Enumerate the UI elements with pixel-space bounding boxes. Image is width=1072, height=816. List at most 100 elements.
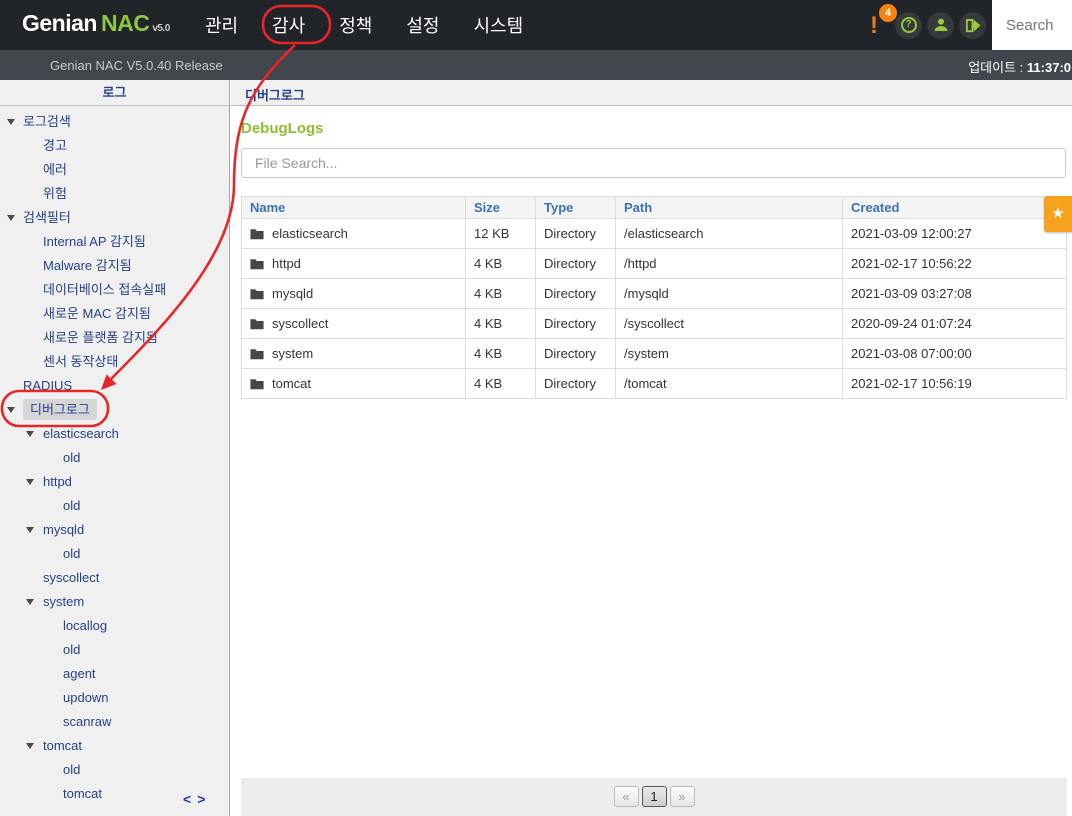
tree-item-scanraw[interactable]: scanraw [0,710,229,734]
tree-item-label: 새로운 플랫폼 감지됨 [43,330,158,345]
tree-item-internal-ap-detected[interactable]: Internal AP 감지됨 [0,230,229,254]
tree-item-log-search[interactable]: 로그검색 [0,110,229,134]
logout-button[interactable] [959,12,986,39]
tree-item-sensor-status[interactable]: 센서 동작상태 [0,350,229,374]
triangle-down-icon[interactable] [26,527,34,533]
cell-path: /mysqld [616,279,843,309]
main-content: 디버그로그 DebugLogs NameSizeTypePathCreated … [231,80,1072,816]
tree-item-system[interactable]: system [0,590,229,614]
tree-item-label: tomcat [43,738,82,753]
cell-type: Directory [536,369,616,399]
nav-item-audit[interactable]: 감사 [272,12,305,38]
triangle-down-icon[interactable] [26,431,34,437]
nav-item-preferences[interactable]: 설정 [406,12,439,38]
topbar-icons: ! 4 ? [870,0,986,50]
expand-right-icon[interactable]: > [197,791,211,807]
tree-item-label: 센서 동작상태 [43,354,118,369]
column-header-name[interactable]: Name [242,197,466,219]
tree-item-system-old[interactable]: old [0,638,229,662]
tree-item-warning[interactable]: 경고 [0,134,229,158]
page-title: DebugLogs [241,120,324,137]
cell-path: /httpd [616,249,843,279]
nav-item-policy[interactable]: 정책 [339,12,372,38]
tree-item-search-filter[interactable]: 검색필터 [0,206,229,230]
tree-item-tomcat-old[interactable]: old [0,758,229,782]
triangle-down-icon[interactable] [26,599,34,605]
triangle-down-icon[interactable] [7,407,15,413]
cell-type: Directory [536,249,616,279]
update-status: 업데이트 : 11:37:0 [968,57,1071,76]
tree-item-httpd-old[interactable]: old [0,494,229,518]
tree-item-mysqld-old[interactable]: old [0,542,229,566]
tree-item-db-connection-failed[interactable]: 데이터베이스 접속실패 [0,278,229,302]
table-row[interactable]: httpd4 KBDirectory/httpd2021-02-17 10:56… [242,249,1067,279]
first-page-button[interactable]: « [614,786,639,807]
pagination-bar: «1» [241,778,1067,816]
triangle-down-icon[interactable] [26,743,34,749]
release-bar: Genian NAC V5.0.40 Release 업데이트 : 11:37:… [0,50,1072,80]
triangle-down-icon[interactable] [7,215,15,221]
tree-item-mysqld[interactable]: mysqld [0,518,229,542]
cell-type: Directory [536,339,616,369]
brand-version: v5.0 [152,23,169,34]
tree-item-label: 위험 [43,186,67,201]
brand-logo: GenianNACv5.0 [22,10,170,37]
star-icon: ★ [1051,205,1064,222]
sidebar-resize-controls[interactable]: <> [183,791,211,807]
tree-item-debug-logs[interactable]: 디버그로그 [0,398,229,422]
tree-item-httpd[interactable]: httpd [0,470,229,494]
column-header-created[interactable]: Created [843,197,1067,219]
tree-item-elasticsearch-old[interactable]: old [0,446,229,470]
folder-icon [250,318,264,330]
triangle-down-icon[interactable] [26,479,34,485]
column-header-type[interactable]: Type [536,197,616,219]
main-menu: 관리 감사 정책 설정 시스템 [205,0,557,50]
tree-item-locallog[interactable]: locallog [0,614,229,638]
brand-name: Genian [22,10,97,36]
cell-size: 12 KB [466,219,536,249]
tree-item-radius[interactable]: RADIUS [0,374,229,398]
tree-item-label: locallog [63,618,107,633]
tree-item-risk[interactable]: 위험 [0,182,229,206]
tree-item-label: Internal AP 감지됨 [43,234,146,249]
tree-item-new-mac-detected[interactable]: 새로운 MAC 감지됨 [0,302,229,326]
sidebar-title: 로그 [0,80,229,106]
tree-item-label: 에러 [43,162,67,177]
column-header-path[interactable]: Path [616,197,843,219]
account-button[interactable] [927,12,954,39]
column-header-size[interactable]: Size [466,197,536,219]
favorite-star-button[interactable]: ★ [1044,196,1072,232]
tree-item-error[interactable]: 에러 [0,158,229,182]
tree-item-elasticsearch[interactable]: elasticsearch [0,422,229,446]
cell-type: Directory [536,219,616,249]
tree-item-tomcat[interactable]: tomcat [0,734,229,758]
cell-created: 2021-02-17 10:56:22 [843,249,1067,279]
alerts-button[interactable]: ! 4 [870,12,878,39]
cell-path: /tomcat [616,369,843,399]
help-button[interactable]: ? [895,12,922,39]
tree-item-syscollect[interactable]: syscollect [0,566,229,590]
cell-created: 2021-03-09 03:27:08 [843,279,1067,309]
tree-item-label: agent [63,666,96,681]
nav-item-system[interactable]: 시스템 [474,12,524,38]
table-row[interactable]: system4 KBDirectory/system2021-03-08 07:… [242,339,1067,369]
collapse-left-icon[interactable]: < [183,791,197,807]
triangle-down-icon[interactable] [7,119,15,125]
page-button-1[interactable]: 1 [642,786,667,807]
tree-item-new-platform-detected[interactable]: 새로운 플랫폼 감지됨 [0,326,229,350]
cell-type: Directory [536,279,616,309]
tree-item-updown[interactable]: updown [0,686,229,710]
global-search-input[interactable] [992,0,1072,50]
file-search-input[interactable] [241,148,1066,178]
table-row[interactable]: mysqld4 KBDirectory/mysqld2021-03-09 03:… [242,279,1067,309]
table-row[interactable]: syscollect4 KBDirectory/syscollect2020-0… [242,309,1067,339]
tree-item-agent[interactable]: agent [0,662,229,686]
cell-size: 4 KB [466,369,536,399]
table-row[interactable]: tomcat4 KBDirectory/tomcat2021-02-17 10:… [242,369,1067,399]
last-page-button[interactable]: » [670,786,695,807]
table-row[interactable]: elasticsearch12 KBDirectory/elasticsearc… [242,219,1067,249]
tree-item-label: old [63,762,80,777]
tree-item-malware-detected[interactable]: Malware 감지됨 [0,254,229,278]
cell-name: mysqld [272,286,313,301]
nav-item-management[interactable]: 관리 [205,12,238,38]
